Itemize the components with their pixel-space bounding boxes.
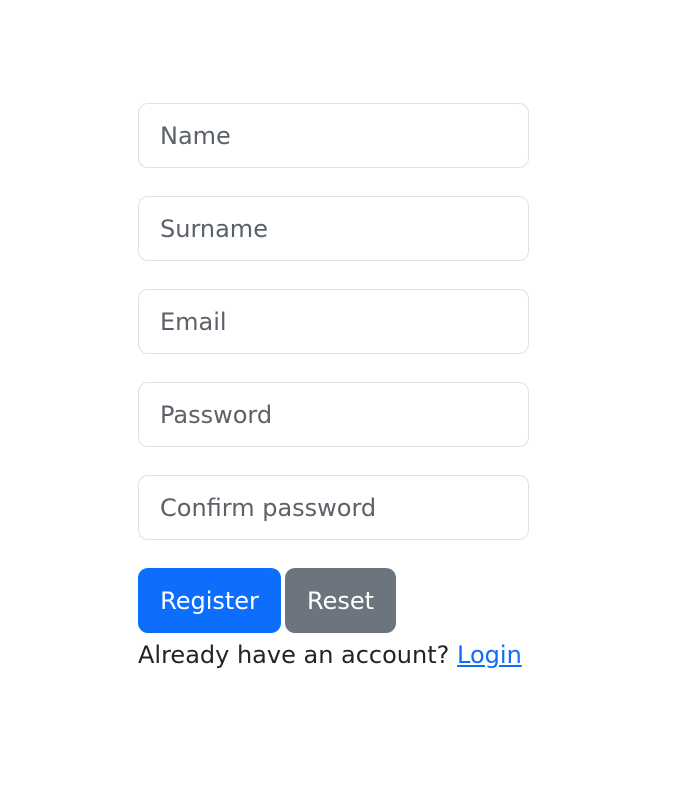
reset-button[interactable]: Reset (285, 568, 396, 633)
confirm-password-input[interactable] (138, 475, 529, 540)
password-input[interactable] (138, 382, 529, 447)
login-prompt-text: Already have an account? (138, 641, 450, 669)
register-button[interactable]: Register (138, 568, 281, 633)
login-link[interactable]: Login (457, 641, 522, 669)
register-form: Register Reset Already have an account? … (138, 103, 529, 671)
login-prompt: Already have an account? Login (138, 639, 529, 671)
name-input[interactable] (138, 103, 529, 168)
surname-input[interactable] (138, 196, 529, 261)
email-input[interactable] (138, 289, 529, 354)
form-actions: Register Reset (138, 568, 529, 633)
